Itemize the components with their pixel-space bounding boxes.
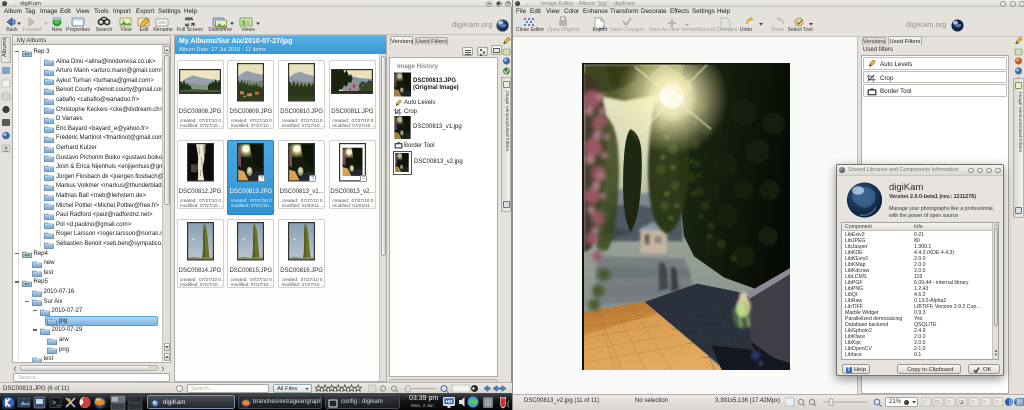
svg-text:□: □ — [947, 400, 950, 406]
svg-text:(: ( — [507, 401, 510, 408]
svg-text:□: □ — [983, 400, 986, 406]
svg-text:□: □ — [995, 400, 998, 406]
svg-text:◫: ◫ — [935, 400, 940, 406]
svg-text:◪: ◪ — [959, 400, 964, 406]
svg-text:□: □ — [923, 400, 926, 406]
svg-text:HD: HD — [446, 399, 453, 404]
svg-text:□: □ — [971, 400, 974, 406]
svg-text:>_: >_ — [52, 400, 61, 408]
